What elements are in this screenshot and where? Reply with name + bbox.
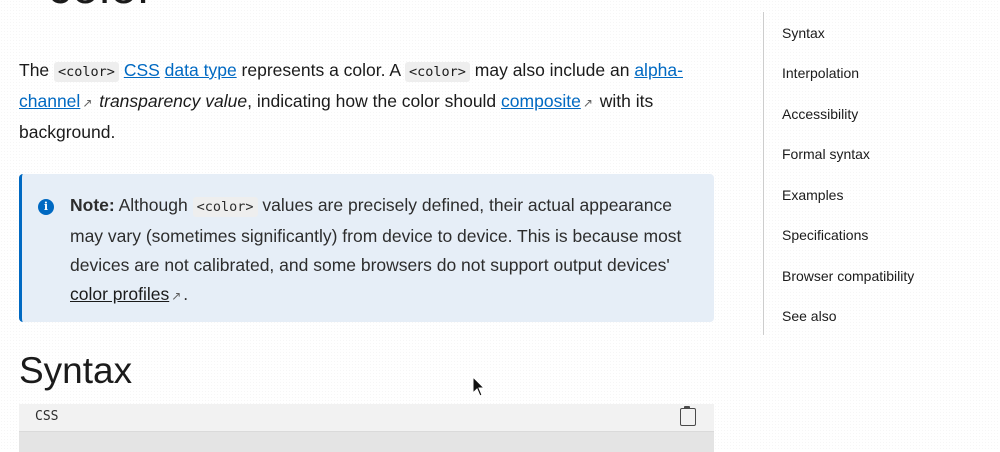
inline-code: <color> (192, 197, 258, 217)
inline-code: <color> (54, 62, 119, 82)
inline-code: <color> (405, 62, 470, 82)
external-link-icon: ↗ (582, 96, 593, 110)
external-link-icon: ↗ (82, 96, 93, 110)
note-text: Note: Although <color> values are precis… (70, 191, 700, 311)
note-callout: i Note: Although <color> values are prec… (19, 174, 714, 322)
page: <color> The <color> CSS data type repres… (0, 0, 1000, 452)
intro-text: may also include an (474, 60, 630, 80)
note-text-part: Although (118, 195, 188, 215)
code-header: CSS (19, 404, 714, 432)
toc-item-syntax[interactable]: Syntax (782, 25, 825, 41)
toc-item-formal-syntax[interactable]: Formal syntax (782, 146, 870, 162)
toc-item-specifications[interactable]: Specifications (782, 227, 868, 243)
toc-item-examples[interactable]: Examples (782, 187, 843, 203)
intro-text: represents a color. A (241, 60, 401, 80)
table-of-contents: Syntax Interpolation Accessibility Forma… (763, 12, 1000, 335)
syntax-heading: Syntax (19, 350, 133, 391)
mouse-cursor-icon (472, 376, 486, 397)
emphasis-text: transparency value (99, 91, 248, 111)
intro-text: , indicating how the color should (247, 91, 497, 111)
note-label: Note: (70, 195, 115, 215)
link-css[interactable]: CSS (124, 60, 160, 80)
toc-item-browser-compatibility[interactable]: Browser compatibility (782, 268, 914, 284)
link-composite[interactable]: composite (501, 91, 581, 111)
note-text-part: . (183, 284, 189, 304)
intro-paragraph: The <color> CSS data type represents a c… (19, 56, 714, 147)
info-icon: i (38, 199, 54, 215)
toc-item-see-also[interactable]: See also (782, 308, 836, 324)
intro-text: The (19, 60, 50, 80)
copy-icon[interactable] (680, 406, 696, 426)
toc-item-interpolation[interactable]: Interpolation (782, 65, 859, 81)
page-title: <color> (19, 0, 183, 15)
link-color-profiles[interactable]: color profiles (70, 284, 169, 304)
code-language-label: CSS (35, 409, 59, 424)
code-block (19, 432, 714, 452)
link-data-type[interactable]: data type (165, 60, 237, 80)
external-link-icon: ↗ (171, 289, 182, 303)
toc-item-accessibility[interactable]: Accessibility (782, 106, 858, 122)
